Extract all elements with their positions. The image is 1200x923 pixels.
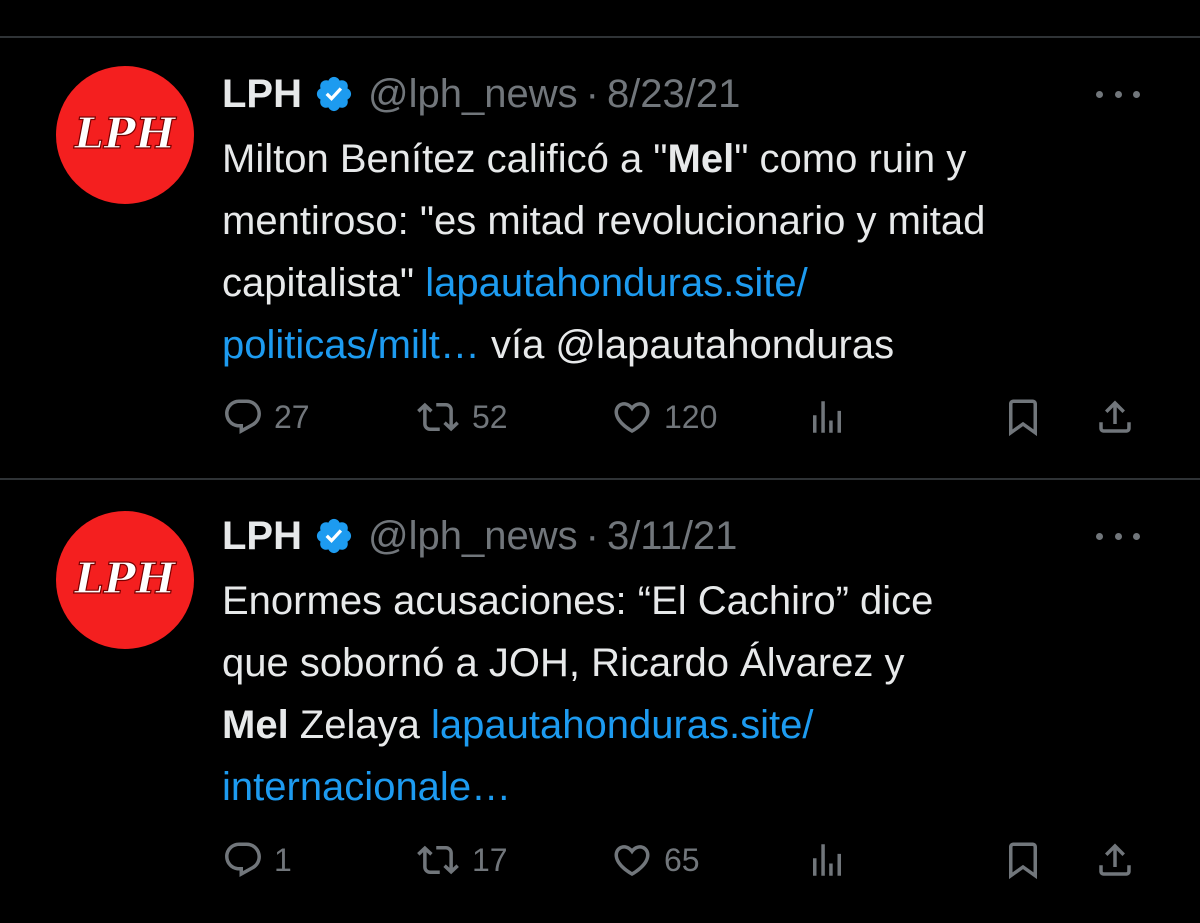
tweet-text: Milton Benítez calificó a "Mel" como rui… xyxy=(222,128,1172,376)
action-bar: 1 17 65 xyxy=(0,835,1200,885)
share-icon xyxy=(1099,400,1131,433)
share-button[interactable] xyxy=(1094,392,1136,442)
verified-badge-icon xyxy=(314,516,354,556)
avatar-logo-text: LPH xyxy=(74,554,177,603)
article-link[interactable]: lapautahonduras.site/ xyxy=(425,261,808,305)
tweet-text-line: Enormes acusaciones: “El Cachiro” dice xyxy=(222,579,934,623)
tweet-date[interactable]: 8/23/21 xyxy=(607,72,740,117)
separator-dot: · xyxy=(585,513,599,558)
heart-icon xyxy=(614,845,650,877)
author-name[interactable]: LPH xyxy=(222,514,302,559)
text-segment: vía @lapautahonduras xyxy=(479,323,895,367)
tweet-text-line: politicas/milt… vía @lapautahonduras xyxy=(222,314,1172,376)
repost-button[interactable]: 17 xyxy=(414,835,508,885)
tweet-header: LPH @lph_news · 3/11/21 xyxy=(222,508,737,564)
tweet-header: LPH @lph_news · 8/23/21 xyxy=(222,66,740,122)
tweet-text-line: Mel Zelaya lapautahonduras.site/ xyxy=(222,694,1172,756)
like-count: 120 xyxy=(664,398,718,435)
repost-count: 17 xyxy=(472,841,508,878)
views-chart-icon xyxy=(813,401,841,433)
like-count: 65 xyxy=(664,841,700,878)
highlight-term: Mel xyxy=(667,137,735,181)
views-button[interactable] xyxy=(806,392,848,442)
author-handle[interactable]: @lph_news xyxy=(368,72,578,117)
tweet-text-line: que sobornó a JOH, Ricardo Álvarez y xyxy=(222,641,905,685)
tweet-text-line: Milton Benítez calificó a "Mel" como rui… xyxy=(222,128,1172,190)
tweet-text: Enormes acusaciones: “El Cachiro” dice q… xyxy=(222,570,1172,818)
bookmark-button[interactable] xyxy=(1002,835,1044,885)
article-link[interactable]: politicas/milt… xyxy=(222,323,480,367)
tweet-text-line: capitalista" lapautahonduras.site/ xyxy=(222,252,1172,314)
reply-count: 1 xyxy=(274,841,292,878)
avatar-logo-text: LPH xyxy=(74,109,177,158)
separator-dot: · xyxy=(585,71,599,116)
reply-button[interactable]: 27 xyxy=(222,392,310,442)
share-icon xyxy=(1099,843,1131,876)
reply-icon xyxy=(225,842,261,877)
author-handle[interactable]: @lph_news xyxy=(368,514,578,559)
bookmark-icon xyxy=(1009,399,1037,437)
more-options-icon[interactable] xyxy=(1096,526,1140,546)
text-segment: capitalista" xyxy=(222,261,426,305)
repost-icon xyxy=(417,845,459,875)
views-chart-icon xyxy=(813,844,841,876)
like-button[interactable]: 120 xyxy=(610,392,717,442)
author-name[interactable]: LPH xyxy=(222,72,302,117)
tweet-date[interactable]: 3/11/21 xyxy=(607,514,738,559)
verified-badge-icon xyxy=(314,74,354,114)
article-link[interactable]: internacionale… xyxy=(222,765,511,809)
article-link[interactable]: lapautahonduras.site/ xyxy=(431,703,814,747)
views-button[interactable] xyxy=(806,835,848,885)
reply-button[interactable]: 1 xyxy=(222,835,292,885)
tweet-text-line: mentiroso: "es mitad revolucionario y mi… xyxy=(222,199,986,243)
reply-icon xyxy=(225,399,261,434)
repost-count: 52 xyxy=(472,398,508,435)
text-segment: " como ruin y xyxy=(734,137,967,181)
heart-icon xyxy=(614,402,650,434)
tweet-text-line: internacionale… xyxy=(222,756,1172,818)
avatar[interactable]: LPH xyxy=(56,511,194,649)
reply-count: 27 xyxy=(274,398,310,435)
tweet[interactable]: LPH LPH @lph_news · 8/23/21 Milton Benít… xyxy=(0,0,1200,478)
repost-icon xyxy=(417,402,459,432)
repost-button[interactable]: 52 xyxy=(414,392,508,442)
highlight-term: Mel xyxy=(222,703,289,747)
tweet[interactable]: LPH LPH @lph_news · 3/11/21 Enormes acus… xyxy=(0,480,1200,923)
like-button[interactable]: 65 xyxy=(610,835,700,885)
bookmark-button[interactable] xyxy=(1002,392,1044,442)
text-segment: Zelaya xyxy=(288,703,431,747)
more-options-icon[interactable] xyxy=(1096,84,1140,104)
share-button[interactable] xyxy=(1094,835,1136,885)
text-segment: Milton Benítez calificó a " xyxy=(222,137,668,181)
bookmark-icon xyxy=(1009,842,1037,880)
action-bar: 27 52 120 xyxy=(0,392,1200,442)
avatar[interactable]: LPH xyxy=(56,66,194,204)
